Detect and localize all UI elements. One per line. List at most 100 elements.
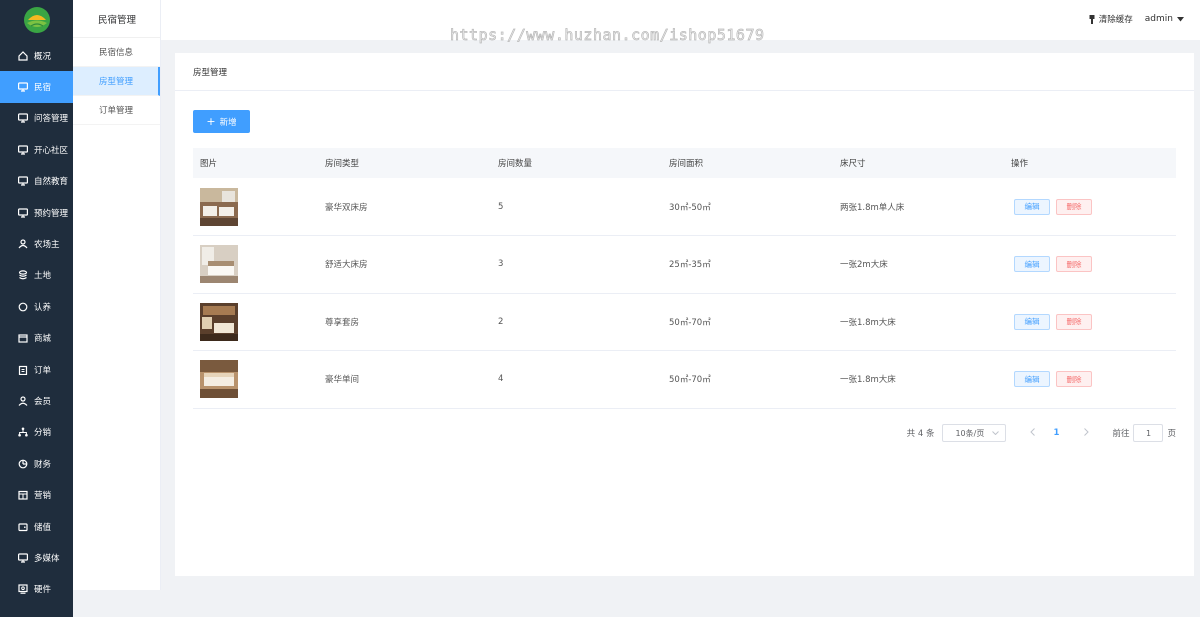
prev-page-button[interactable] bbox=[1020, 427, 1044, 439]
next-page-button[interactable] bbox=[1074, 427, 1098, 439]
sidebar-item-13[interactable]: 财务 bbox=[0, 448, 73, 479]
delete-button[interactable]: 删除 bbox=[1056, 313, 1092, 330]
header-bed-size: 床尺寸 bbox=[840, 159, 866, 169]
brush-icon bbox=[1089, 14, 1095, 24]
page-size-select[interactable]: 10条/页 bbox=[942, 424, 1007, 442]
table-row: 豪华双床房 5 30㎡-50㎡ 两张1.8m单人床 编辑 删除 bbox=[193, 178, 1176, 236]
edit-button[interactable]: 编辑 bbox=[1014, 371, 1050, 388]
goto-suffix: 页 bbox=[1167, 429, 1176, 439]
sidebar-item-label: 储值 bbox=[34, 522, 52, 533]
sidebar-item-9[interactable]: 商城 bbox=[0, 323, 73, 354]
clear-cache-label: 清除缓存 bbox=[1098, 15, 1133, 25]
goto-page-input[interactable] bbox=[1133, 424, 1164, 442]
cell-actions: 编辑 删除 bbox=[1004, 351, 1176, 409]
sidebar-item-14[interactable]: 营销 bbox=[0, 479, 73, 510]
sidebar-item-8[interactable]: 认养 bbox=[0, 291, 73, 322]
sidebar-item-10[interactable]: 订单 bbox=[0, 354, 73, 385]
pagination: 共 4 条 10条/页 1 前往 页 bbox=[907, 424, 1176, 442]
sidebar-item-label: 财务 bbox=[34, 459, 52, 470]
cell-actions: 编辑 删除 bbox=[1004, 236, 1176, 294]
sidebar-item-label: 农场主 bbox=[34, 240, 60, 251]
caret-down-icon bbox=[1177, 16, 1184, 21]
sidebar-item-label: 开心社区 bbox=[34, 145, 69, 156]
chevron-left-icon bbox=[1030, 427, 1035, 436]
user-menu[interactable]: admin bbox=[1145, 14, 1184, 24]
sidebar-item-16[interactable]: 多媒体 bbox=[0, 542, 73, 573]
stack-icon bbox=[18, 270, 28, 280]
goto-prefix: 前往 bbox=[1112, 429, 1130, 439]
cell-actions: 编辑 删除 bbox=[1004, 178, 1176, 236]
submenu-panel: 民宿管理 民宿信息 房型管理 订单管理 bbox=[73, 0, 161, 590]
sidebar-item-6[interactable]: 农场主 bbox=[0, 228, 73, 259]
cell-photo bbox=[193, 236, 318, 294]
table-row: 舒适大床房 3 25㎡-35㎡ 一张2m大床 编辑 删除 bbox=[193, 236, 1176, 294]
card-title: 房型管理 bbox=[175, 53, 1194, 91]
sidebar-item-label: 营销 bbox=[34, 491, 52, 502]
sidebar-item-label: 多媒体 bbox=[34, 553, 60, 564]
cell-room-area: 30㎡-50㎡ bbox=[669, 202, 711, 213]
delete-button[interactable]: 删除 bbox=[1056, 371, 1092, 388]
bedroom-photo-suite bbox=[200, 302, 238, 341]
monitor-icon bbox=[18, 113, 28, 124]
page-size-value: 10条/页 bbox=[955, 428, 985, 438]
cell-room-area: 50㎡-70㎡ bbox=[669, 375, 711, 386]
submenu-item-2[interactable]: 订单管理 bbox=[73, 96, 160, 125]
sidebar-item-label: 分销 bbox=[34, 428, 52, 439]
submenu-item-0[interactable]: 民宿信息 bbox=[73, 38, 160, 67]
submenu-title: 民宿管理 bbox=[73, 0, 160, 38]
submenu-item-1[interactable]: 房型管理 bbox=[73, 67, 160, 96]
sidebar-item-0[interactable]: 概况 bbox=[0, 40, 73, 71]
cell-room-type: 尊享套房 bbox=[325, 317, 360, 328]
delete-button[interactable]: 删除 bbox=[1056, 198, 1092, 215]
sidebar-item-15[interactable]: 储值 bbox=[0, 511, 73, 542]
sidebar-item-2[interactable]: 问答管理 bbox=[0, 103, 73, 134]
watermark-text: https://www.huzhan.com/ishop51679 bbox=[450, 26, 765, 45]
cell-room-type: 舒适大床房 bbox=[325, 260, 368, 271]
pagination-total: 共 4 条 bbox=[906, 429, 935, 439]
calendar-icon bbox=[18, 491, 28, 500]
sidebar-item-1[interactable]: 民宿 bbox=[0, 71, 73, 103]
edit-button[interactable]: 编辑 bbox=[1014, 198, 1050, 215]
header-actions: 操作 bbox=[1011, 159, 1029, 169]
wallet-icon bbox=[18, 522, 28, 531]
sidebar-item-5[interactable]: 预约管理 bbox=[0, 197, 73, 228]
room-type-table: 图片 房间类型 房间数量 房间面积 床尺寸 操作 豪华双床房 5 30㎡-50㎡ 两张… bbox=[193, 148, 1176, 409]
bedroom-photo-single bbox=[200, 360, 238, 399]
sidebar-item-3[interactable]: 开心社区 bbox=[0, 134, 73, 165]
sidebar-item-label: 商城 bbox=[34, 334, 52, 345]
user-group-icon bbox=[18, 239, 28, 249]
cell-room-area: 50㎡-70㎡ bbox=[669, 317, 711, 328]
add-room-type-button[interactable]: + 新增 bbox=[193, 110, 250, 133]
chevron-down-icon bbox=[992, 431, 1000, 435]
edit-button[interactable]: 编辑 bbox=[1014, 256, 1050, 273]
sidebar-item-7[interactable]: 土地 bbox=[0, 260, 73, 291]
clear-cache-button[interactable]: 清除缓存 bbox=[1088, 13, 1133, 25]
logo[interactable] bbox=[0, 0, 73, 40]
cell-photo bbox=[193, 178, 318, 236]
monitor-icon bbox=[18, 553, 28, 563]
pie-icon bbox=[18, 459, 28, 469]
sidebar-item-label: 土地 bbox=[34, 271, 52, 282]
content-card: 房型管理 + 新增 图片 房间类型 房间数量 房间面积 床尺寸 操作 豪华双床房… bbox=[175, 53, 1194, 576]
page-number-button[interactable]: 1 bbox=[1044, 428, 1068, 438]
sidebar-item-11[interactable]: 会员 bbox=[0, 385, 73, 416]
cell-room-count: 4 bbox=[498, 374, 504, 385]
plus-icon: + bbox=[206, 115, 216, 128]
sidebar-item-label: 概况 bbox=[34, 51, 52, 62]
user-icon bbox=[18, 396, 28, 406]
main-sidebar: 概况民宿 问答管理开心社区自然教育 预约管理农场主土地认养商城订单 会员分销财务营销储… bbox=[0, 0, 73, 617]
edit-button[interactable]: 编辑 bbox=[1014, 313, 1050, 330]
shop-icon bbox=[18, 334, 28, 343]
header-room-type: 房间类型 bbox=[325, 159, 360, 169]
logo-icon bbox=[23, 7, 50, 33]
header-photo: 图片 bbox=[200, 159, 218, 169]
delete-button[interactable]: 删除 bbox=[1056, 256, 1092, 273]
page-jumper: 前往 页 bbox=[1112, 424, 1176, 442]
monitor-icon bbox=[18, 176, 28, 186]
cell-room-count: 2 bbox=[498, 316, 504, 327]
sidebar-item-4[interactable]: 自然教育 bbox=[0, 166, 73, 197]
sidebar-item-12[interactable]: 分销 bbox=[0, 417, 73, 448]
sidebar-item-17[interactable]: 硬件 bbox=[0, 574, 73, 605]
bedroom-photo-twin bbox=[200, 187, 238, 226]
cell-room-area: 25㎡-35㎡ bbox=[669, 260, 711, 271]
